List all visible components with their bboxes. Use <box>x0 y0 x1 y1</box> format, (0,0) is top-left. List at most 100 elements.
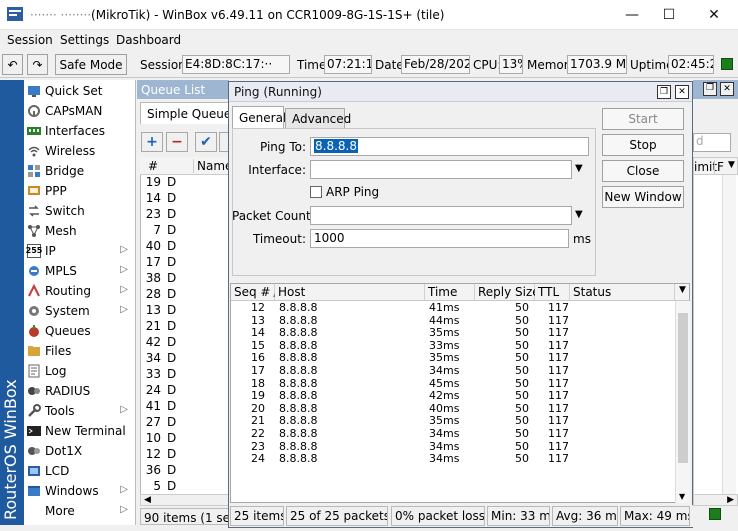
scroll-down-icon[interactable]: ▼ <box>679 492 685 501</box>
row-flag: D <box>167 207 177 221</box>
queue-restore-icon[interactable]: ❐ <box>703 82 717 96</box>
sidebar-item-ppp[interactable]: PPP <box>24 181 136 201</box>
interface-select[interactable] <box>310 160 572 179</box>
cell-size: 50 <box>515 301 529 314</box>
sidebar-item-system[interactable]: System ▷ <box>24 301 136 321</box>
maximize-button[interactable]: ☐ <box>651 0 687 30</box>
row-number: 38 <box>145 271 161 285</box>
ping-close-icon[interactable]: ✕ <box>675 85 689 99</box>
enable-check-icon[interactable]: ✔ <box>195 132 217 152</box>
safe-mode-button[interactable]: Safe Mode <box>55 54 127 75</box>
queue-hscroll[interactable]: ◀ <box>140 494 229 506</box>
ppp-icon <box>27 184 41 198</box>
undo-button[interactable]: ↶ <box>2 54 23 75</box>
redo-button[interactable]: ↷ <box>27 54 48 75</box>
add-icon[interactable]: + <box>141 132 163 152</box>
row-number: 36 <box>145 463 161 477</box>
sidebar-item-quick-set[interactable]: Quick Set <box>24 81 136 101</box>
sidebar-item-log[interactable]: Log <box>24 361 136 381</box>
ping-vscroll[interactable]: ▼ <box>675 301 690 503</box>
status-indicator-icon <box>721 58 733 70</box>
sidebar-item-new-terminal[interactable]: New Terminal <box>24 421 136 441</box>
ping-scroll-thumb[interactable] <box>678 313 688 463</box>
col-time[interactable]: Time <box>425 284 475 301</box>
sidebar-item-ip[interactable]: 255 IP ▷ <box>24 241 136 261</box>
col-reply-size[interactable]: Reply Size <box>475 284 540 301</box>
session-field: E4:8D:8C:17:·· <box>182 55 290 74</box>
row-flag: D <box>167 367 177 381</box>
menu-session[interactable]: Session <box>7 33 53 47</box>
remove-icon[interactable]: − <box>166 132 188 152</box>
cell-ttl: 117 <box>548 452 569 466</box>
col-status[interactable]: Status <box>570 284 675 301</box>
col-hash[interactable]: # <box>148 159 158 173</box>
row-number: 10 <box>145 431 161 445</box>
table-row[interactable]: 24 8.8.8.8 34ms 50 117 <box>231 453 675 466</box>
sidebar-item-bridge[interactable]: Bridge <box>24 161 136 181</box>
packet-count-label: Packet Count: <box>232 209 315 223</box>
start-button[interactable]: Start <box>602 108 684 130</box>
interface-dropdown-icon[interactable]: ▼ <box>575 163 583 174</box>
row-flag: D <box>167 383 177 397</box>
table-row[interactable]: 12 8.8.8.8 41ms 50 117 <box>231 301 675 315</box>
row-number: 41 <box>145 399 161 413</box>
sidebar-item-mpls[interactable]: MPLS ▷ <box>24 261 136 281</box>
queue-find-field[interactable]: d <box>693 133 731 152</box>
sidebar-item-interfaces[interactable]: Interfaces <box>24 121 136 141</box>
packet-count-select[interactable] <box>310 206 572 225</box>
packet-count-dropdown-icon[interactable]: ▼ <box>575 209 583 220</box>
tab-general[interactable]: General <box>232 106 286 129</box>
stop-button[interactable]: Stop <box>602 134 684 156</box>
arp-ping-checkbox[interactable] <box>310 186 322 198</box>
minimize-button[interactable]: — <box>614 0 650 30</box>
menu-bar <box>0 30 738 50</box>
col-seq[interactable]: Seq # ▲ <box>231 284 279 301</box>
col-dropdown-icon[interactable]: ▼ <box>728 160 735 170</box>
tab-simple-queues[interactable]: Simple Queues <box>140 102 237 124</box>
timeout-input[interactable]: 1000 <box>310 229 569 248</box>
col-ttl[interactable]: TTL <box>535 284 570 301</box>
sidebar-item-mesh[interactable]: Mesh <box>24 221 136 241</box>
table-row[interactable]: 14 8.8.8.8 35ms 50 117 <box>231 327 675 340</box>
queue-close-icon[interactable]: ✕ <box>720 82 734 96</box>
sidebar-item-queues[interactable]: Queues <box>24 321 136 341</box>
col-host[interactable]: Host <box>275 284 425 301</box>
queue-hscroll-right[interactable]: ▶ <box>693 494 738 506</box>
sidebar-item-dot1x[interactable]: Dot1X <box>24 441 136 461</box>
menu-settings[interactable]: Settings <box>60 33 109 47</box>
tab-advanced[interactable]: Advanced <box>285 108 351 129</box>
sidebar-item-routing[interactable]: Routing ▷ <box>24 281 136 301</box>
new-window-button[interactable]: New Window <box>602 186 684 208</box>
sidebar-item-windows[interactable]: Windows ▷ <box>24 481 136 501</box>
sidebar-item-wireless[interactable]: Wireless <box>24 141 136 161</box>
sidebar-item-capsman[interactable]: CAPsMAN <box>24 101 136 121</box>
menu-dashboard[interactable]: Dashboard <box>116 33 181 47</box>
sidebar-item-more[interactable]: More ▷ <box>24 501 136 521</box>
table-row[interactable]: 17 8.8.8.8 34ms 50 117 <box>231 364 675 378</box>
sidebar-item-label: MPLS <box>45 264 77 278</box>
submenu-arrow-icon: ▷ <box>120 264 128 275</box>
routeros-winbox-label: RouterOS WinBox <box>1 379 20 520</box>
table-row[interactable]: 19 8.8.8.8 42ms 50 117 <box>231 390 675 403</box>
row-flag: D <box>167 239 177 253</box>
sidebar-item-lcd[interactable]: LCD <box>24 461 136 481</box>
status-items: 25 items <box>230 506 284 526</box>
row-number: 19 <box>145 175 161 189</box>
col-name[interactable]: Name <box>193 159 232 173</box>
cpu-field: 13% <box>499 55 523 74</box>
table-row[interactable]: 22 8.8.8.8 34ms 50 117 <box>231 427 675 441</box>
ping-restore-icon[interactable]: ❐ <box>657 85 671 99</box>
sidebar-item-files[interactable]: Files <box>24 341 136 361</box>
sidebar-item-label: LCD <box>45 464 70 478</box>
close-window-button[interactable]: ✕ <box>696 0 732 30</box>
sidebar-item-tools[interactable]: Tools ▷ <box>24 401 136 421</box>
row-flag: D <box>167 399 177 413</box>
columns-dropdown-icon[interactable]: ▼ <box>675 284 689 301</box>
row-number: 14 <box>145 191 161 205</box>
sidebar-item-radius[interactable]: RADIUS <box>24 381 136 401</box>
close-button[interactable]: Close <box>602 160 684 182</box>
queue-vscroll[interactable] <box>722 175 736 495</box>
ping-to-input[interactable]: 8.8.8.8 <box>310 137 589 156</box>
sidebar-item-switch[interactable]: Switch <box>24 201 136 221</box>
col-f[interactable]: F <box>714 160 724 174</box>
